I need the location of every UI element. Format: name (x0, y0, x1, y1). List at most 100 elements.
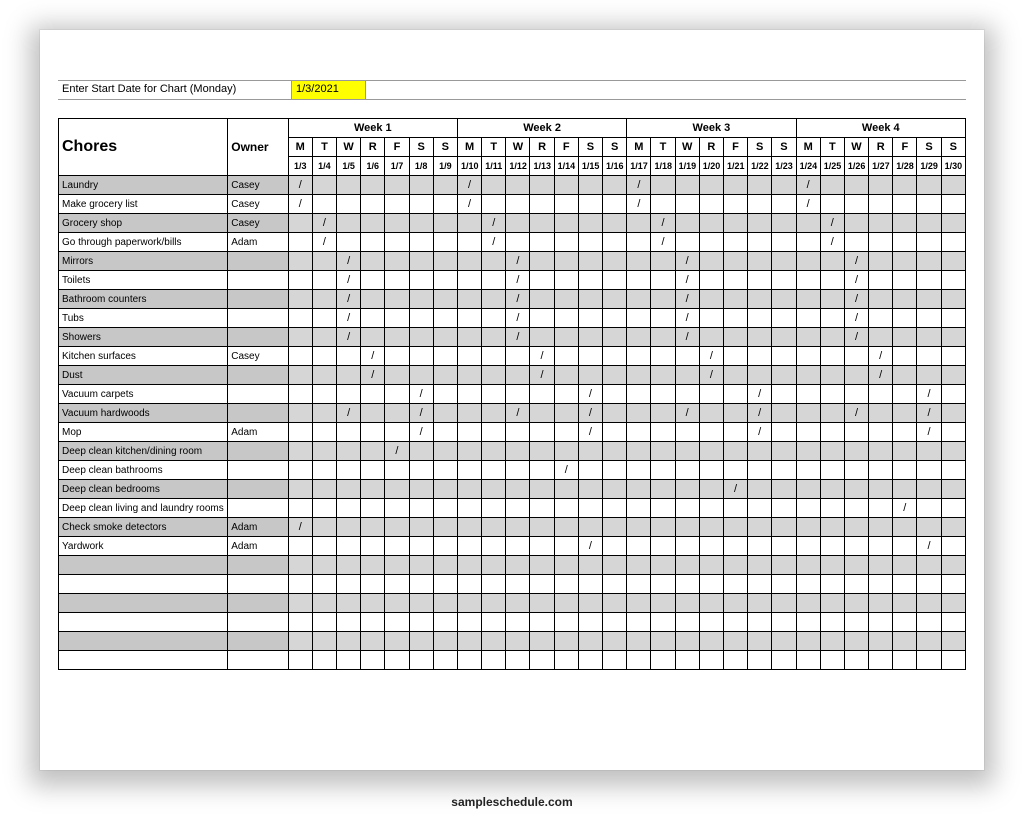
schedule-cell[interactable] (457, 404, 481, 423)
schedule-cell[interactable] (433, 328, 457, 347)
schedule-cell[interactable] (288, 613, 312, 632)
schedule-cell[interactable]: / (578, 385, 602, 404)
schedule-cell[interactable] (796, 556, 820, 575)
chore-name-cell[interactable]: Vacuum hardwoods (59, 404, 228, 423)
schedule-cell[interactable] (893, 518, 917, 537)
schedule-cell[interactable]: / (337, 404, 361, 423)
schedule-cell[interactable] (651, 594, 675, 613)
owner-name-cell[interactable] (228, 594, 288, 613)
schedule-cell[interactable] (869, 613, 893, 632)
schedule-cell[interactable] (869, 290, 893, 309)
schedule-cell[interactable] (433, 366, 457, 385)
schedule-cell[interactable] (796, 271, 820, 290)
schedule-cell[interactable] (651, 651, 675, 670)
schedule-cell[interactable] (409, 537, 433, 556)
schedule-cell[interactable] (506, 195, 530, 214)
schedule-cell[interactable] (603, 347, 627, 366)
schedule-cell[interactable] (893, 442, 917, 461)
schedule-cell[interactable] (337, 575, 361, 594)
schedule-cell[interactable] (530, 423, 554, 442)
schedule-cell[interactable] (312, 366, 336, 385)
schedule-cell[interactable]: / (699, 366, 723, 385)
schedule-cell[interactable] (844, 385, 868, 404)
schedule-cell[interactable] (699, 556, 723, 575)
schedule-cell[interactable] (337, 651, 361, 670)
schedule-cell[interactable] (385, 385, 409, 404)
schedule-cell[interactable] (482, 480, 506, 499)
schedule-cell[interactable] (554, 271, 578, 290)
schedule-cell[interactable] (869, 195, 893, 214)
schedule-cell[interactable] (337, 632, 361, 651)
schedule-cell[interactable] (796, 252, 820, 271)
schedule-cell[interactable] (627, 404, 651, 423)
schedule-cell[interactable] (409, 518, 433, 537)
schedule-cell[interactable] (699, 575, 723, 594)
owner-name-cell[interactable]: Casey (228, 347, 288, 366)
schedule-cell[interactable]: / (748, 423, 772, 442)
schedule-cell[interactable] (337, 461, 361, 480)
schedule-cell[interactable] (312, 195, 336, 214)
schedule-cell[interactable] (723, 556, 747, 575)
schedule-cell[interactable] (748, 461, 772, 480)
schedule-cell[interactable] (869, 461, 893, 480)
schedule-cell[interactable] (506, 385, 530, 404)
schedule-cell[interactable] (506, 575, 530, 594)
schedule-cell[interactable] (627, 347, 651, 366)
chore-name-cell[interactable]: Yardwork (59, 537, 228, 556)
schedule-cell[interactable]: / (361, 366, 385, 385)
schedule-cell[interactable] (288, 442, 312, 461)
schedule-cell[interactable] (941, 233, 965, 252)
schedule-cell[interactable] (409, 271, 433, 290)
owner-name-cell[interactable] (228, 613, 288, 632)
schedule-cell[interactable] (772, 290, 796, 309)
schedule-cell[interactable] (385, 613, 409, 632)
schedule-cell[interactable] (869, 632, 893, 651)
schedule-cell[interactable] (675, 480, 699, 499)
schedule-cell[interactable] (748, 613, 772, 632)
schedule-cell[interactable] (288, 556, 312, 575)
schedule-cell[interactable]: / (530, 347, 554, 366)
schedule-cell[interactable] (917, 328, 941, 347)
schedule-cell[interactable] (337, 423, 361, 442)
schedule-cell[interactable] (627, 423, 651, 442)
schedule-cell[interactable] (578, 290, 602, 309)
schedule-cell[interactable]: / (506, 404, 530, 423)
schedule-cell[interactable] (385, 594, 409, 613)
schedule-cell[interactable] (772, 366, 796, 385)
schedule-cell[interactable] (627, 613, 651, 632)
schedule-cell[interactable] (869, 252, 893, 271)
schedule-cell[interactable]: / (337, 290, 361, 309)
schedule-cell[interactable] (748, 575, 772, 594)
schedule-cell[interactable] (723, 461, 747, 480)
schedule-cell[interactable] (772, 480, 796, 499)
schedule-cell[interactable] (844, 480, 868, 499)
owner-name-cell[interactable] (228, 385, 288, 404)
schedule-cell[interactable] (288, 461, 312, 480)
schedule-cell[interactable] (796, 233, 820, 252)
schedule-cell[interactable] (482, 423, 506, 442)
schedule-cell[interactable] (796, 594, 820, 613)
schedule-cell[interactable] (482, 518, 506, 537)
schedule-cell[interactable]: / (409, 423, 433, 442)
schedule-cell[interactable] (723, 537, 747, 556)
chore-name-cell[interactable] (59, 556, 228, 575)
schedule-cell[interactable]: / (337, 252, 361, 271)
schedule-cell[interactable] (651, 461, 675, 480)
schedule-cell[interactable] (603, 328, 627, 347)
schedule-cell[interactable] (796, 328, 820, 347)
schedule-cell[interactable] (699, 632, 723, 651)
schedule-cell[interactable] (578, 271, 602, 290)
schedule-cell[interactable] (772, 385, 796, 404)
schedule-cell[interactable] (675, 233, 699, 252)
schedule-cell[interactable] (312, 290, 336, 309)
schedule-cell[interactable] (772, 461, 796, 480)
schedule-cell[interactable] (627, 309, 651, 328)
chore-name-cell[interactable]: Deep clean living and laundry rooms (59, 499, 228, 518)
schedule-cell[interactable] (796, 347, 820, 366)
schedule-cell[interactable] (627, 290, 651, 309)
schedule-cell[interactable] (409, 309, 433, 328)
schedule-cell[interactable] (457, 328, 481, 347)
schedule-cell[interactable] (433, 575, 457, 594)
schedule-cell[interactable] (409, 195, 433, 214)
schedule-cell[interactable]: / (651, 214, 675, 233)
